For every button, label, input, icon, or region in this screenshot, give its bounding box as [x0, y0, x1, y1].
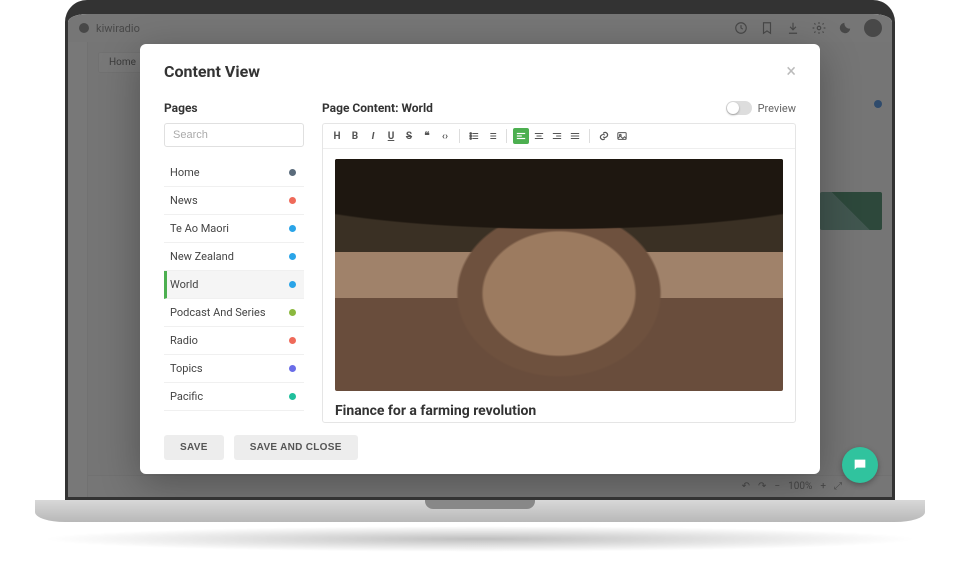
toolbar-ordered-list[interactable]	[484, 128, 500, 144]
close-icon[interactable]: ×	[786, 63, 796, 81]
toolbar-heading[interactable]: H	[329, 128, 345, 144]
toolbar-link[interactable]	[596, 128, 612, 144]
page-item-news[interactable]: News	[164, 187, 304, 215]
toolbar-align-left[interactable]	[513, 128, 529, 144]
article-title[interactable]: Finance for a farming revolution	[335, 403, 783, 419]
toolbar-italic[interactable]: I	[365, 128, 381, 144]
preview-label: Preview	[758, 102, 796, 115]
toolbar-unordered-list[interactable]	[466, 128, 482, 144]
toolbar-align-right[interactable]	[549, 128, 565, 144]
page-item-status-dot	[289, 253, 296, 260]
page-item-pacific[interactable]: Pacific	[164, 383, 304, 411]
content-header-title: Page Content: World	[322, 101, 433, 115]
pages-panel: Pages Home News Te Ao Maori New Zealand Worl…	[164, 101, 304, 423]
toolbar-bold[interactable]: B	[347, 128, 363, 144]
page-item-status-dot	[289, 393, 296, 400]
page-item-home[interactable]: Home	[164, 159, 304, 187]
page-item-topics[interactable]: Topics	[164, 355, 304, 383]
editor-content-area[interactable]: Finance for a farming revolution Soebats…	[323, 149, 795, 422]
laptop-mockup: kiwiradio Home ↶	[35, 0, 925, 578]
chat-icon	[852, 457, 868, 473]
article-hero-image[interactable]	[335, 159, 783, 391]
preview-toggle[interactable]	[726, 101, 752, 115]
page-item-label: Radio	[170, 334, 198, 347]
page-item-label: News	[170, 194, 198, 207]
page-item-status-dot	[289, 169, 296, 176]
page-item-new-zealand[interactable]: New Zealand	[164, 243, 304, 271]
pages-list: Home News Te Ao Maori New Zealand World Podca…	[164, 159, 304, 411]
save-button[interactable]: SAVE	[164, 435, 224, 460]
toolbar-underline[interactable]: U	[383, 128, 399, 144]
page-item-status-dot	[289, 225, 296, 232]
page-item-te-ao-maori[interactable]: Te Ao Maori	[164, 215, 304, 243]
page-item-status-dot	[289, 281, 296, 288]
page-item-label: Te Ao Maori	[170, 222, 229, 235]
page-item-radio[interactable]: Radio	[164, 327, 304, 355]
toolbar-quote[interactable]: ❝	[419, 128, 435, 144]
page-item-label: Pacific	[170, 390, 203, 403]
page-item-label: New Zealand	[170, 250, 234, 263]
page-item-world[interactable]: World	[164, 271, 304, 299]
save-and-close-button[interactable]: SAVE AND CLOSE	[234, 435, 358, 460]
page-item-label: Podcast And Series	[170, 306, 266, 319]
pages-heading: Pages	[164, 101, 304, 115]
page-item-label: World	[170, 278, 198, 291]
editor-toolbar: H B I U S ❝ ‹›	[323, 124, 795, 149]
preview-control: Preview	[726, 101, 796, 115]
content-view-modal: Content View × Pages Home News Te Ao Maori…	[140, 44, 820, 474]
toolbar-image[interactable]	[614, 128, 630, 144]
page-item-podcast-and-series[interactable]: Podcast And Series	[164, 299, 304, 327]
page-item-status-dot	[289, 365, 296, 372]
chat-fab[interactable]	[842, 447, 878, 483]
page-item-status-dot	[289, 197, 296, 204]
page-item-status-dot	[289, 309, 296, 316]
pages-search-input[interactable]	[164, 123, 304, 147]
editor: H B I U S ❝ ‹›	[322, 123, 796, 423]
toolbar-strike[interactable]: S	[401, 128, 417, 144]
modal-title: Content View	[164, 62, 260, 81]
page-item-label: Topics	[170, 362, 203, 375]
toolbar-code[interactable]: ‹›	[437, 128, 453, 144]
page-item-status-dot	[289, 337, 296, 344]
toolbar-align-justify[interactable]	[567, 128, 583, 144]
toolbar-align-center[interactable]	[531, 128, 547, 144]
page-item-label: Home	[170, 166, 200, 179]
content-panel: Page Content: World Preview H B I U	[322, 101, 796, 423]
